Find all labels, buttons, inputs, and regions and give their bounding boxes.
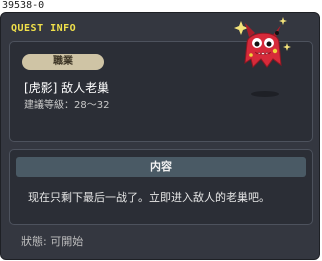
quest-name: [虎影] 敌人老巢 [24,81,110,95]
quest-id: 39538-0 [2,0,45,11]
npc-shadow [251,91,279,97]
red-demon-npc-icon [234,17,291,68]
content-text: 现在只剩下最后一战了。立即进入敌人的老巢吧。 [28,191,270,204]
recommended-level: 建議等級：28～32 [24,100,110,111]
window-title: QUEST INFO [11,23,77,34]
job-badge: 職業 [22,54,104,70]
content-panel: 内容 现在只剩下最后一战了。立即进入敌人的老巢吧。 [9,149,313,225]
quest-status: 狀態: 可開始 [21,235,84,248]
content-header: 内容 [16,157,306,177]
quest-info-window: QUEST INFO 職業 [虎影] 敌人老巢 建議等級：28～32 内容 现在… [0,12,320,260]
